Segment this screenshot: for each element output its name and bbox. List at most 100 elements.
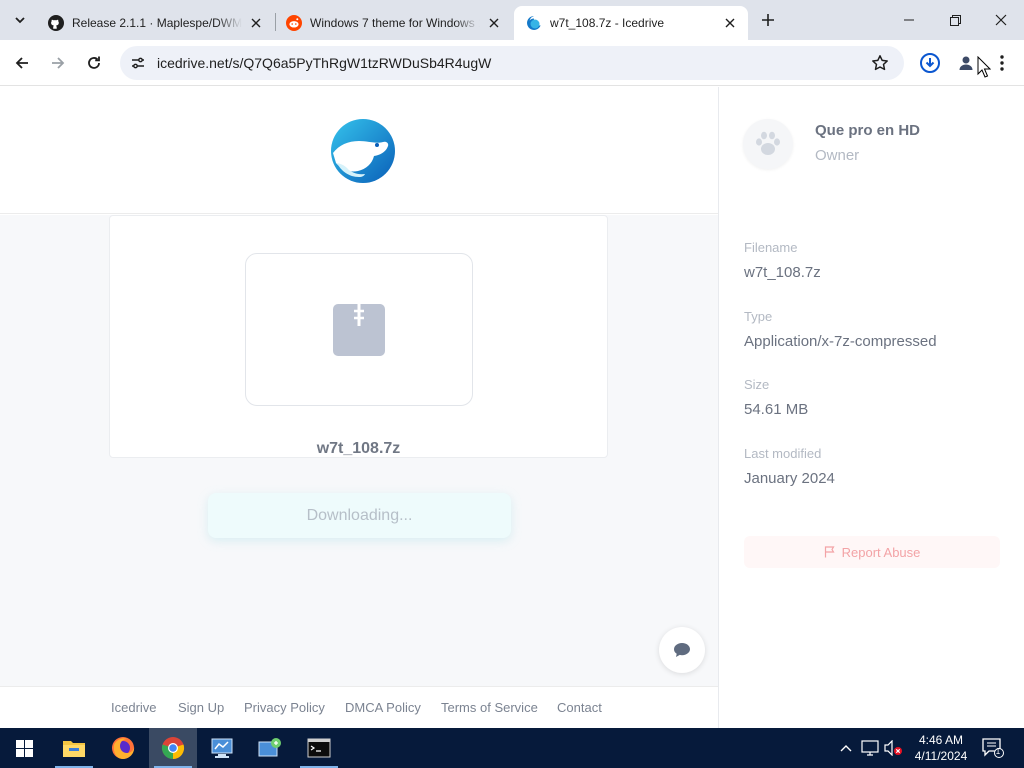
size-label: Size: [744, 377, 770, 392]
header: [0, 87, 718, 214]
browser-toolbar: icedrive.net/s/Q7Q6a5PyThRgW1tzRWDuSb4R4…: [0, 40, 1024, 86]
close-tab-icon[interactable]: [484, 13, 504, 33]
download-icon: [920, 53, 940, 73]
footer-link-contact[interactable]: Contact: [557, 700, 602, 715]
taskbar-file-explorer[interactable]: [50, 728, 98, 768]
close-tab-icon[interactable]: [246, 13, 266, 33]
file-name: w7t_108.7z: [316, 440, 401, 457]
forward-button[interactable]: [44, 49, 72, 77]
filename-value: w7t_108.7z: [744, 264, 821, 281]
taskbar-control-panel[interactable]: [198, 728, 246, 768]
url-text: icedrive.net/s/Q7Q6a5PyThRgW1tzRWDuSb4R4…: [157, 55, 492, 71]
restore-button[interactable]: [932, 0, 978, 40]
footer-link-signup[interactable]: Sign Up: [178, 700, 224, 715]
restore-icon: [949, 14, 961, 26]
clock-date: 4/11/2024: [914, 749, 968, 763]
volume-muted-icon: [884, 740, 902, 756]
network-icon: [861, 740, 879, 756]
profile-button[interactable]: [954, 51, 978, 75]
mouse-cursor-icon: [977, 56, 991, 78]
type-value: Application/x-7z-compressed: [744, 333, 937, 350]
footer-link-icedrive[interactable]: Icedrive: [111, 700, 157, 715]
forward-arrow-icon: [52, 57, 65, 69]
reload-button[interactable]: [80, 49, 108, 77]
network-tray-icon[interactable]: [860, 738, 880, 758]
tab-github-release[interactable]: Release 2.1.1 · Maplespe/DWMBlurGlass: [36, 6, 274, 40]
modified-value: January 2024: [744, 470, 835, 487]
filename-label: Filename: [744, 240, 798, 255]
bookmark-star-icon[interactable]: [868, 51, 892, 75]
icedrive-logo-icon[interactable]: [329, 117, 397, 185]
action-center-button[interactable]: 1: [980, 736, 1006, 760]
tab-icedrive[interactable]: w7t_108.7z - Icedrive: [514, 6, 748, 40]
downloads-button[interactable]: [918, 51, 942, 75]
taskbar-terminal[interactable]: [295, 728, 343, 768]
tab-reddit-theme[interactable]: Windows 7 theme for Windows 10: [274, 6, 512, 40]
minimize-icon: [904, 19, 914, 21]
terminal-icon: [307, 738, 331, 758]
tab-strip: Release 2.1.1 · Maplespe/DWMBlurGlass Wi…: [0, 0, 1024, 40]
system-icon: [258, 738, 281, 757]
report-abuse-label: Report Abuse: [841, 544, 921, 560]
type-label: Type: [744, 309, 773, 324]
chevron-down-icon: [15, 17, 25, 24]
reload-icon: [88, 56, 100, 69]
download-button[interactable]: Downloading...: [208, 493, 511, 538]
back-arrow-icon: [15, 57, 28, 69]
owner-role: Owner: [815, 147, 860, 164]
close-tab-icon[interactable]: [720, 13, 740, 33]
page-content: w7t_108.7z Downloading... Icedrive Sign …: [0, 87, 1024, 728]
main-panel: w7t_108.7z Downloading... Icedrive Sign …: [0, 87, 718, 728]
chevron-up-icon: [840, 745, 852, 752]
close-window-button[interactable]: [978, 0, 1024, 40]
owner-name: Que pro en HD: [815, 122, 921, 139]
file-details-panel: Que pro en HD Owner Filename w7t_108.7z …: [718, 87, 1024, 728]
windows-logo-icon: [15, 739, 33, 757]
chat-bubble-icon: [674, 643, 690, 657]
reddit-icon: [286, 15, 302, 31]
chrome-menu-button[interactable]: [990, 51, 1014, 75]
footer-link-terms[interactable]: Terms of Service: [441, 700, 538, 715]
taskbar: 4:46 AM 4/11/2024 1: [0, 728, 1024, 768]
taskbar-chrome[interactable]: [149, 728, 197, 768]
tab-title: w7t_108.7z - Icedrive: [550, 16, 665, 30]
close-icon: [995, 14, 1007, 26]
firefox-icon: [112, 737, 135, 759]
footer-link-privacy[interactable]: Privacy Policy: [244, 700, 325, 715]
site-info-icon[interactable]: [128, 53, 148, 73]
notification-count: 1: [995, 747, 1001, 756]
tab-title: Windows 7 theme for Windows 10: [310, 16, 480, 30]
size-value: 54.61 MB: [744, 401, 809, 418]
clock-time: 4:46 AM: [918, 733, 964, 747]
taskbar-firefox[interactable]: [99, 728, 147, 768]
modified-label: Last modified: [744, 446, 822, 461]
file-preview: [245, 253, 473, 406]
icedrive-icon: [527, 16, 541, 30]
footer: Icedrive Sign Up Privacy Policy DMCA Pol…: [0, 686, 718, 728]
system-clock[interactable]: 4:46 AM 4/11/2024: [909, 732, 973, 764]
paw-icon: [756, 131, 780, 155]
file-explorer-icon: [63, 741, 85, 757]
report-abuse-button[interactable]: Report Abuse: [744, 536, 1000, 568]
person-icon: [959, 56, 973, 70]
chrome-icon: [161, 737, 185, 760]
back-button[interactable]: [8, 49, 36, 77]
control-panel-icon: [211, 738, 233, 758]
plus-icon: [762, 14, 774, 26]
address-bar[interactable]: icedrive.net/s/Q7Q6a5PyThRgW1tzRWDuSb4R4…: [120, 46, 904, 80]
show-hidden-icons-button[interactable]: [836, 738, 856, 758]
more-vert-icon: [1000, 55, 1004, 71]
volume-tray-icon[interactable]: [884, 738, 904, 758]
github-icon: [48, 15, 64, 31]
chat-button[interactable]: [659, 627, 705, 673]
tab-search-button[interactable]: [6, 7, 34, 33]
minimize-button[interactable]: [886, 0, 932, 40]
new-tab-button[interactable]: [756, 8, 780, 32]
tab-title: Release 2.1.1 · Maplespe/DWMBlurGlass: [72, 16, 242, 30]
archive-icon: [333, 303, 385, 356]
taskbar-system[interactable]: [246, 728, 294, 768]
footer-link-dmca[interactable]: DMCA Policy: [345, 700, 421, 715]
owner-avatar: [743, 119, 793, 169]
flag-icon: [824, 546, 835, 558]
start-button[interactable]: [0, 728, 48, 768]
